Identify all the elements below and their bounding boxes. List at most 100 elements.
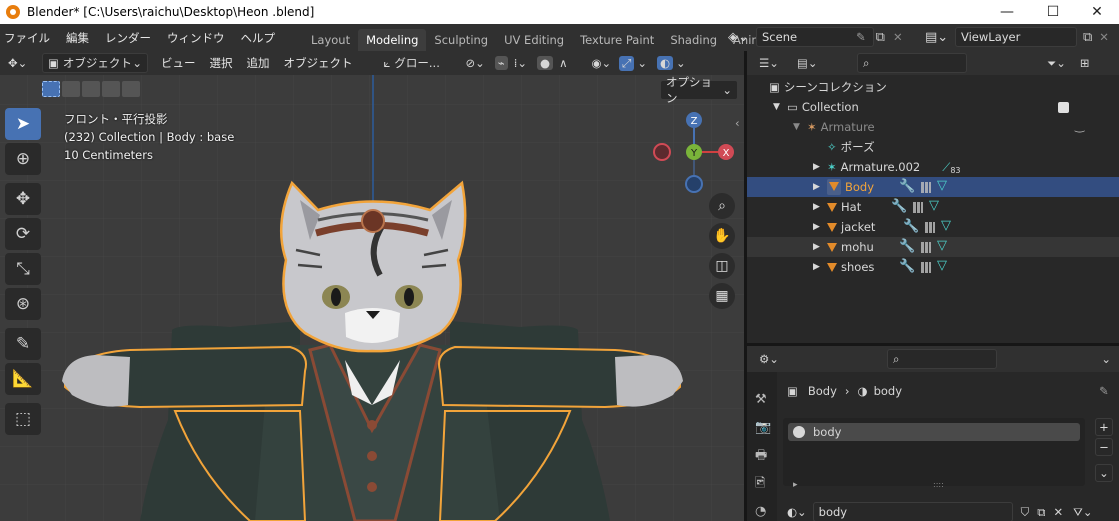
pan-hand-icon[interactable]: ✋ xyxy=(709,223,735,249)
overlay-toggle-icon[interactable]: ◐ xyxy=(657,56,674,70)
add-slot-button[interactable]: + xyxy=(1095,418,1113,436)
delete-scene-icon[interactable]: ✕ xyxy=(893,30,903,44)
rotate-tool-icon[interactable]: ⟳ xyxy=(5,218,41,250)
outliner-editor-icon[interactable]: ☰⌄ xyxy=(759,56,797,70)
scene-collection-row[interactable]: ▣ シーンコレクション xyxy=(747,77,1119,97)
modifier-wrench-icon[interactable]: 🔧 xyxy=(891,199,907,214)
material-browse-icon[interactable]: ◐⌄ xyxy=(787,505,807,519)
minimize-button[interactable]: — xyxy=(984,0,1030,24)
node-link-icon[interactable]: ⛛⌄ xyxy=(1073,505,1092,520)
material-name-field[interactable]: body xyxy=(812,502,1013,521)
render-tab-icon[interactable]: 📷 xyxy=(755,414,777,442)
visibility-icon[interactable]: ◉⌄ xyxy=(591,56,611,70)
add-cube-tool-icon[interactable]: ⬚ xyxy=(5,403,41,435)
tool-tab-icon[interactable]: ⚒ xyxy=(755,386,777,414)
outliner-row-collection[interactable]: ▼ ▭ Collection xyxy=(747,97,1119,117)
material-slot-row[interactable]: body xyxy=(788,423,1080,441)
new-view-layer-icon[interactable]: ⧉ xyxy=(1083,30,1092,45)
gizmo-neg-x[interactable] xyxy=(653,143,671,161)
new-collection-icon[interactable]: ⊞ xyxy=(1080,56,1090,70)
outliner-search-input[interactable]: ⌕ xyxy=(857,53,967,73)
snap-target-icon[interactable]: ⁞⌄ xyxy=(514,56,527,70)
menu-select[interactable]: 選択 xyxy=(203,55,240,71)
disclosure-closed-icon[interactable]: ▶ xyxy=(813,182,827,192)
select-intersect-icon[interactable] xyxy=(122,81,140,97)
disclosure-closed-icon[interactable]: ▶ xyxy=(813,262,827,272)
overlay-menu-icon[interactable]: ⌄ xyxy=(676,56,686,70)
remove-slot-button[interactable]: − xyxy=(1095,438,1113,456)
view-layer-name-field[interactable]: ViewLayer xyxy=(955,27,1077,47)
measure-tool-icon[interactable]: 📐 xyxy=(5,363,41,395)
outliner-row-shoes[interactable]: ▶ shoes 🔧 ▽ xyxy=(747,257,1119,277)
close-button[interactable]: ✕ xyxy=(1074,0,1119,24)
modifier-wrench-icon[interactable]: 🔧 xyxy=(899,179,915,194)
resize-handle[interactable]: :::: xyxy=(933,480,944,489)
vertex-groups-icon[interactable] xyxy=(921,262,931,273)
mesh-data-icon[interactable]: ▽ xyxy=(937,238,947,253)
mesh-data-icon[interactable]: ▽ xyxy=(929,198,939,213)
mesh-data-icon[interactable]: ▽ xyxy=(937,258,947,273)
filter-icon[interactable]: ⏷⌄ xyxy=(1047,56,1066,71)
menu-add[interactable]: 追加 xyxy=(240,55,277,71)
view-layer-tab-icon[interactable]: 🖻 xyxy=(755,470,777,498)
select-box-tool-icon[interactable]: ➤ xyxy=(5,108,41,140)
perspective-grid-icon[interactable]: ▦ xyxy=(709,283,735,309)
duplicate-material-icon[interactable]: ⧉ xyxy=(1037,505,1045,520)
mesh-data-icon[interactable]: ▽ xyxy=(941,218,951,233)
display-mode-icon[interactable]: ▤⌄ xyxy=(797,56,833,70)
outliner-row-pose[interactable]: ✧ ポーズ xyxy=(747,137,1119,157)
tab-modeling[interactable]: Modeling xyxy=(358,29,427,51)
pin-icon[interactable]: ✎ xyxy=(1099,384,1109,398)
gizmo-neg-z[interactable] xyxy=(685,175,703,193)
vertex-groups-icon[interactable] xyxy=(913,202,923,213)
outliner-row-jacket[interactable]: ▶ jacket 🔧 ▽ xyxy=(747,217,1119,237)
scene-icon[interactable]: ◈⌄ xyxy=(728,30,756,45)
unlink-material-icon[interactable]: ✕ xyxy=(1054,505,1064,519)
menu-view[interactable]: ビュー xyxy=(154,55,203,71)
hidden-eye-icon[interactable]: ‿ xyxy=(1075,119,1084,133)
menu-window[interactable]: ウィンドウ xyxy=(159,30,233,46)
select-invert-icon[interactable] xyxy=(102,81,120,97)
cursor-tool-icon[interactable]: ⊕ xyxy=(5,143,41,175)
menu-file[interactable]: ファイル xyxy=(0,30,58,46)
proportional-edit-icon[interactable]: ● xyxy=(537,56,554,70)
scene-tab-icon[interactable]: ◔ xyxy=(755,498,777,521)
fake-user-shield-icon[interactable]: ⛉ xyxy=(1021,505,1030,520)
tab-sculpting[interactable]: Sculpting xyxy=(426,29,496,51)
snap-icon[interactable]: ⌁ xyxy=(494,56,508,70)
move-tool-icon[interactable]: ✥ xyxy=(5,183,41,215)
gizmo-toggle-icon[interactable]: ⤢ xyxy=(619,55,635,71)
maximize-button[interactable]: ☐ xyxy=(1030,0,1076,24)
tab-uv-editing[interactable]: UV Editing xyxy=(496,29,572,51)
mode-select[interactable]: ▣ オブジェクト ⌄ xyxy=(42,53,148,73)
tab-texture-paint[interactable]: Texture Paint xyxy=(572,29,662,51)
delete-view-layer-icon[interactable]: ✕ xyxy=(1099,30,1109,44)
chevron-down-icon[interactable]: ⌄ xyxy=(1101,352,1111,366)
view-layer-icon[interactable]: ▤⌄ xyxy=(925,30,955,45)
outliner-row-body[interactable]: ▶ Body 🔧 ▽ xyxy=(747,177,1119,197)
vertex-groups-icon[interactable] xyxy=(921,242,931,253)
outliner-row-mohu[interactable]: ▶ mohu 🔧 ▽ xyxy=(747,237,1119,257)
pin-icon[interactable]: ✎ xyxy=(856,30,866,44)
expand-arrow-icon[interactable]: ▸ xyxy=(793,480,798,490)
disclosure-open-icon[interactable]: ▼ xyxy=(773,102,787,112)
material-slots-list[interactable]: body ▸ :::: xyxy=(783,418,1085,490)
select-extend-icon[interactable] xyxy=(62,81,80,97)
outliner-row-hat[interactable]: ▶ Hat 🔧 ▽ xyxy=(747,197,1119,217)
transform-orientation-select[interactable]: ⟀ グロー... xyxy=(378,53,456,73)
tab-shading[interactable]: Shading xyxy=(662,29,725,51)
tab-layout[interactable]: Layout xyxy=(303,29,358,51)
options-button[interactable]: オプション ⌄ xyxy=(660,75,738,105)
exclude-checkbox[interactable] xyxy=(1058,102,1069,113)
menu-help[interactable]: ヘルプ xyxy=(233,30,284,46)
modifier-wrench-icon[interactable]: 🔧 xyxy=(903,219,919,234)
vertex-groups-icon[interactable] xyxy=(921,182,931,193)
menu-render[interactable]: レンダー xyxy=(97,30,159,46)
disclosure-closed-icon[interactable]: ▶ xyxy=(813,242,827,252)
disclosure-closed-icon[interactable]: ▶ xyxy=(813,162,827,172)
editor-type-icon[interactable]: ✥⌄ xyxy=(8,56,42,70)
select-new-icon[interactable] xyxy=(42,81,60,97)
properties-search-input[interactable]: ⌕ xyxy=(886,349,997,369)
pivot-icon[interactable]: ⊘⌄ xyxy=(466,56,485,70)
outliner-row-armature-002[interactable]: ▶ ✶ Armature.002 ⟋ 83 xyxy=(747,157,1119,177)
